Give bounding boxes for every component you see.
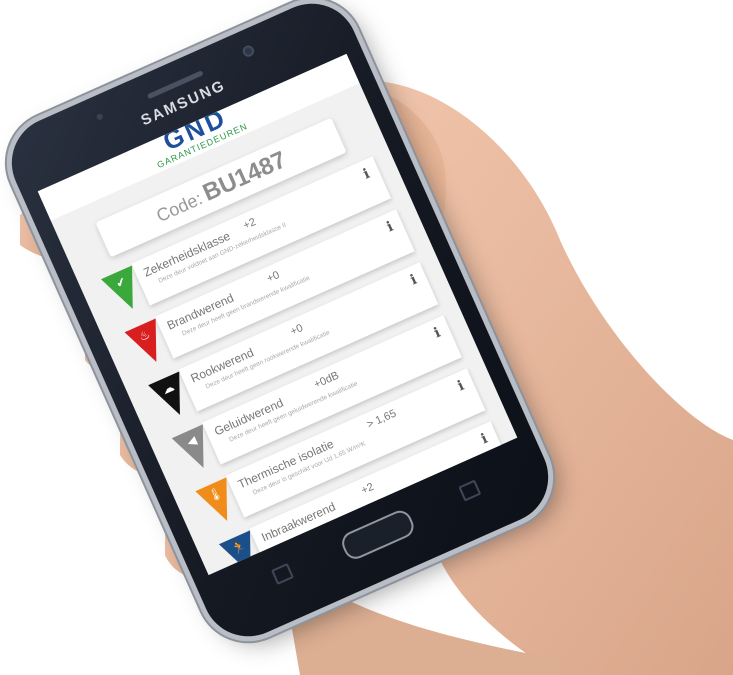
property-value: +0 bbox=[288, 321, 305, 339]
info-icon[interactable]: i bbox=[361, 166, 372, 183]
scene: SAMSUNG GND GARANTIEDEUREN Code:BU1487 ✔… bbox=[0, 0, 733, 675]
info-icon[interactable]: i bbox=[384, 219, 395, 236]
property-value: > 1,65 bbox=[365, 407, 399, 432]
info-icon[interactable]: i bbox=[408, 272, 419, 289]
info-icon[interactable]: i bbox=[455, 378, 466, 395]
property-value: +2 bbox=[359, 480, 376, 498]
info-icon[interactable]: i bbox=[432, 325, 443, 342]
property-value: +0 bbox=[265, 269, 282, 286]
property-value: +2 bbox=[241, 216, 258, 233]
info-icon[interactable]: i bbox=[479, 431, 490, 448]
code-label: Code: bbox=[153, 188, 206, 227]
